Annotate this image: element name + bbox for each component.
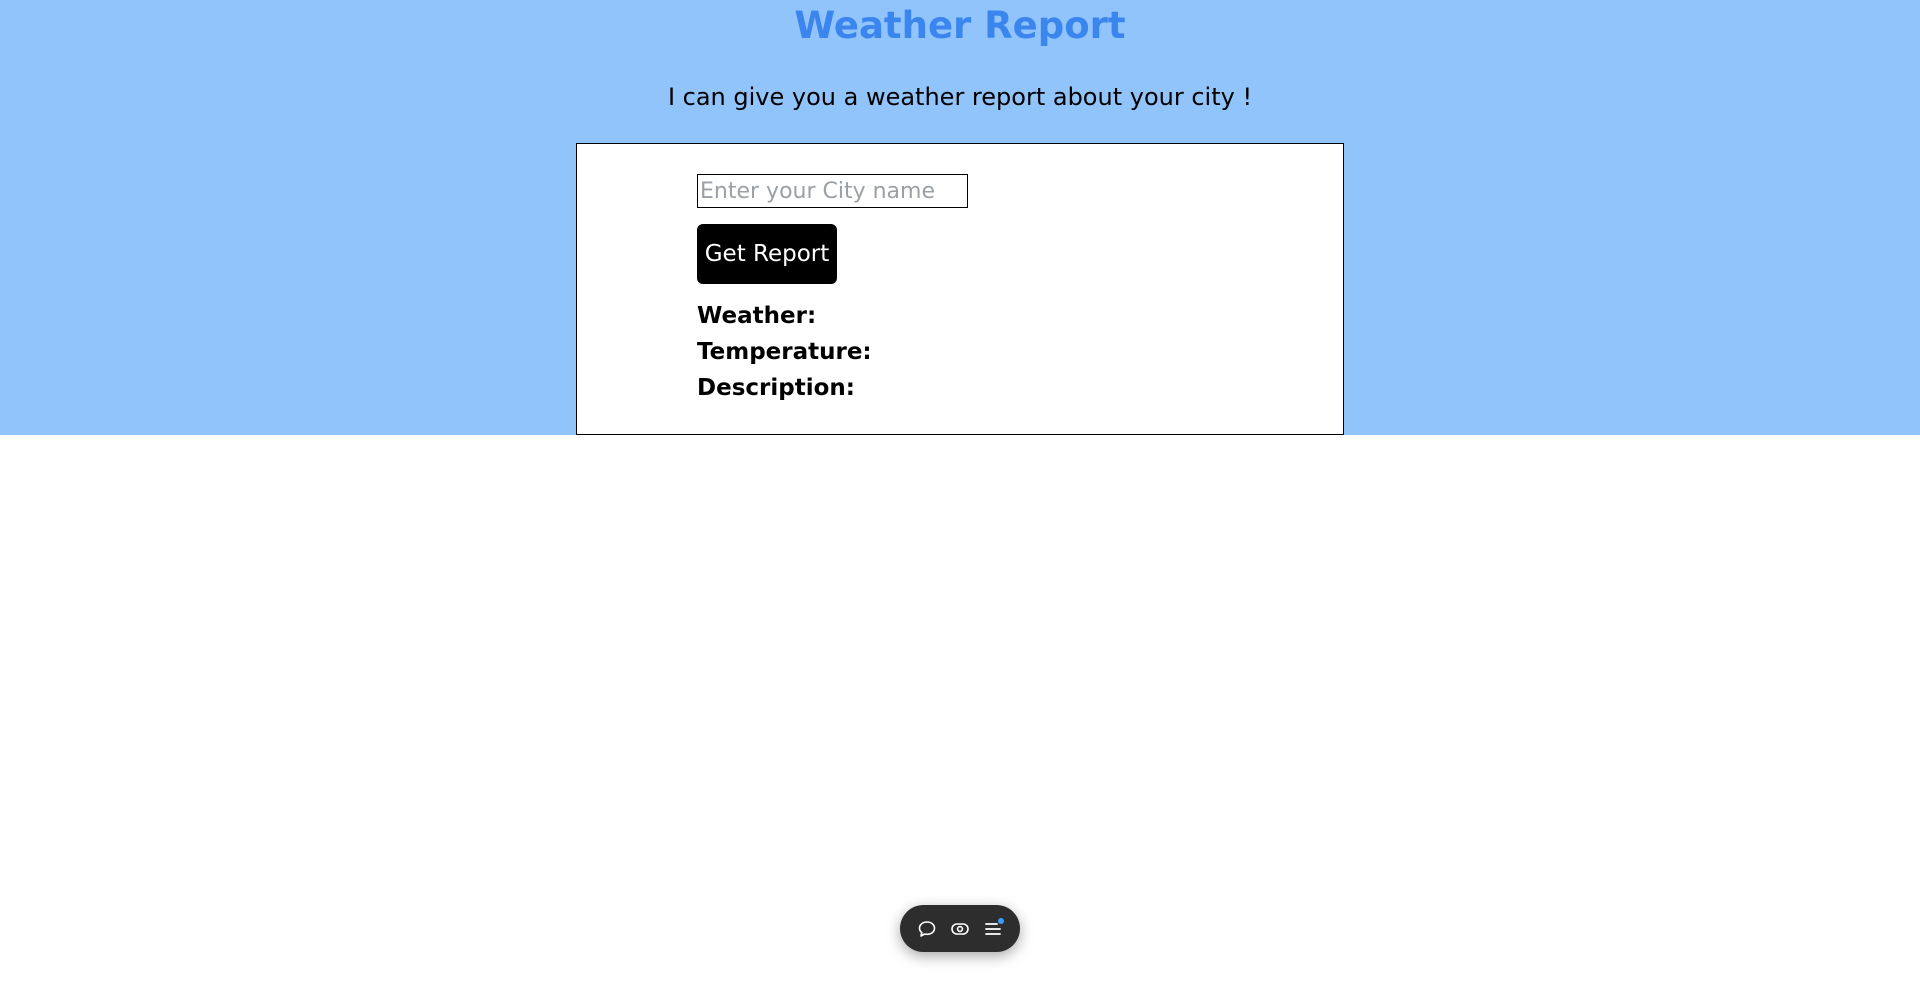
temperature-label: Temperature:	[697, 339, 872, 365]
weather-label: Weather:	[697, 303, 817, 329]
weather-form-card: Get Report Weather: Temperature: Descrip…	[576, 143, 1344, 435]
page-subtitle: I can give you a weather report about yo…	[667, 83, 1253, 111]
get-report-button[interactable]: Get Report	[697, 224, 837, 284]
menu-button[interactable]	[980, 916, 1006, 942]
city-input[interactable]	[697, 174, 968, 208]
chat-icon	[917, 919, 937, 939]
page-title: Weather Report	[794, 4, 1126, 47]
floating-toolbar	[900, 905, 1020, 952]
eye-toggle-icon	[950, 919, 970, 939]
eye-toggle-button[interactable]	[947, 916, 973, 942]
description-label: Description:	[697, 375, 855, 401]
chat-button[interactable]	[914, 916, 940, 942]
notification-dot	[998, 917, 1005, 924]
